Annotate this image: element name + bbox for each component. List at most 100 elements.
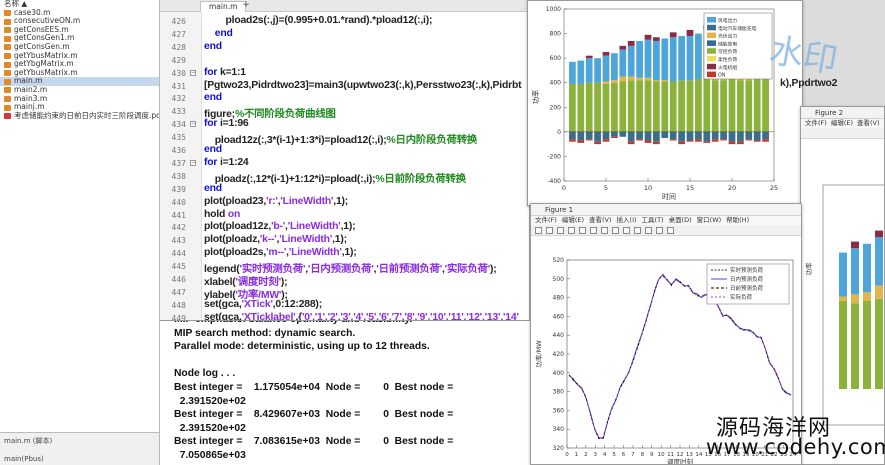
- code-line: for k=1:1: [204, 67, 246, 78]
- line-number: 430: [171, 68, 186, 78]
- bar-segment: [611, 53, 618, 81]
- code-token: ,1);: [341, 247, 357, 259]
- legend-label: 储能放电: [718, 40, 737, 47]
- bar-segment: [839, 301, 847, 389]
- menu-item[interactable]: 文件(F): [805, 119, 827, 127]
- editor-tab-bar: main.m +: [160, 0, 529, 12]
- string-token: 'k--': [259, 234, 277, 246]
- line-number: 442: [171, 223, 186, 233]
- save-icon[interactable]: [557, 227, 564, 234]
- menu-item[interactable]: 帮助(H): [726, 216, 749, 224]
- rotate-icon[interactable]: [612, 227, 619, 234]
- print-icon[interactable]: [568, 227, 575, 234]
- fold-toggle-icon[interactable]: −: [190, 69, 196, 76]
- string-token: 'LineWidth': [287, 221, 341, 233]
- bar-segment: [611, 131, 618, 137]
- code-token: plot(pload12z,: [204, 221, 272, 233]
- fold-toggle-icon[interactable]: −: [190, 159, 196, 166]
- menu-item[interactable]: 查看(V): [857, 119, 880, 127]
- pan-icon[interactable]: [601, 227, 608, 234]
- matlab-file-icon: [4, 61, 11, 68]
- file-list-item[interactable]: 考虑储能约束的日前日内实时三阶段调度.pdf: [0, 111, 159, 121]
- y-tick-label: 500: [553, 276, 565, 283]
- menu-item[interactable]: 工具(T): [642, 216, 664, 224]
- bar-segment: [661, 38, 669, 81]
- zoom-in-icon[interactable]: [579, 227, 586, 234]
- bar-segment: [569, 61, 576, 84]
- colorbar-icon[interactable]: [656, 227, 663, 234]
- y-tick-label: 800: [550, 31, 562, 38]
- bar-segment: [636, 80, 643, 132]
- y-tick-label: 520: [553, 257, 565, 264]
- bar-segment: [863, 301, 871, 389]
- menu-item[interactable]: 插入(I): [617, 216, 637, 224]
- figure-1-menubar[interactable]: 文件(F) 编辑(E) 查看(V) 插入(I) 工具(T) 桌面(D) 窗口(W) 帮助(H): [531, 216, 801, 225]
- bar-segment: [737, 141, 744, 145]
- code-line: plot(pload2s,'m--','LineWidth',1);: [204, 247, 357, 258]
- code-line: pload12z(:,3*(i-1)+1:3*i)=pload12(:,i);%…: [204, 131, 478, 146]
- bar-segment: [644, 39, 652, 78]
- line-number: 447: [171, 287, 186, 297]
- matlab-file-icon: [4, 78, 11, 85]
- figure-1-toolbar[interactable]: [531, 225, 801, 236]
- menu-item[interactable]: 编辑(E): [831, 119, 853, 127]
- new-figure-icon[interactable]: [535, 227, 542, 234]
- code-token: i=1:96: [219, 118, 249, 130]
- bar-segment: [745, 131, 753, 140]
- brush-icon[interactable]: [634, 227, 641, 234]
- bar-segment: [602, 81, 610, 84]
- figure-2-toolbar[interactable]: [801, 128, 884, 139]
- fold-toggle-icon[interactable]: −: [190, 121, 196, 128]
- menu-item[interactable]: 窗口(W): [697, 216, 722, 224]
- zoom-out-icon[interactable]: [590, 227, 597, 234]
- bar-segment: [636, 131, 643, 140]
- matlab-file-icon: [4, 70, 11, 77]
- bar-segment: [636, 139, 643, 141]
- bar-segment: [669, 131, 677, 140]
- y-tick-label: 460: [553, 313, 565, 320]
- command-output-line: Node log . . .: [174, 368, 236, 380]
- code-line: plot(pload12z,'b-','LineWidth',1);: [204, 221, 356, 233]
- menu-item[interactable]: 文件(F): [535, 216, 557, 224]
- matlab-file-icon: [4, 35, 11, 42]
- line-number: 432: [171, 94, 186, 104]
- data-cursor-icon[interactable]: [623, 227, 630, 234]
- command-window[interactable]: MIP emphasis: balance optimality and fea…: [160, 320, 530, 465]
- bar-segment: [619, 81, 627, 132]
- code-token: ,0:12:288);: [272, 298, 322, 310]
- figure-bar-chart-window[interactable]: -400 -200 0 200 400 600 800 1000 0 5 10 15 20 25 风电出力电…: [527, 0, 803, 206]
- menu-item[interactable]: 编辑(E): [562, 216, 584, 224]
- bar-segment: [875, 230, 883, 238]
- bar-segment: [577, 131, 585, 141]
- bar-segment: [594, 141, 601, 145]
- bar-segment: [762, 139, 769, 142]
- code-line: end: [204, 41, 222, 52]
- legend-swatch: [707, 32, 716, 39]
- bar-segment: [569, 83, 576, 132]
- bar-segment: [728, 131, 736, 142]
- link-icon[interactable]: [645, 227, 652, 234]
- open-icon[interactable]: [546, 227, 553, 234]
- string-token: 'b-': [271, 221, 286, 233]
- code-line: end: [204, 28, 233, 39]
- new-tab-button[interactable]: +: [240, 1, 252, 11]
- bar-segment: [619, 45, 627, 50]
- figure-1-title: Figure 1: [545, 206, 574, 214]
- bar-segment: [686, 36, 694, 81]
- bar-segment: [653, 80, 660, 82]
- command-output-line: Best integer = 1.175054e+04 Node = 0 Bes…: [174, 382, 454, 393]
- menu-item[interactable]: 查看(V): [589, 216, 612, 224]
- bar-segment: [695, 139, 702, 142]
- bar-segment: [661, 131, 669, 138]
- menu-item[interactable]: 桌面(D): [669, 216, 692, 224]
- bar-segment: [611, 82, 618, 132]
- legend-icon[interactable]: [667, 227, 674, 234]
- keyword-token: end: [204, 27, 233, 39]
- figure-2-menubar[interactable]: 文件(F) 编辑(E) 查看(V): [801, 119, 884, 128]
- code-editor[interactable]: main.m + 426 427 428 429 430−431 432 433 434−43…: [160, 0, 530, 320]
- bar-segment: [686, 131, 694, 141]
- bar-segment: [669, 139, 677, 141]
- matlab-file-icon: [4, 96, 11, 103]
- legend-swatch: [707, 63, 716, 70]
- bar-segment: [762, 131, 769, 140]
